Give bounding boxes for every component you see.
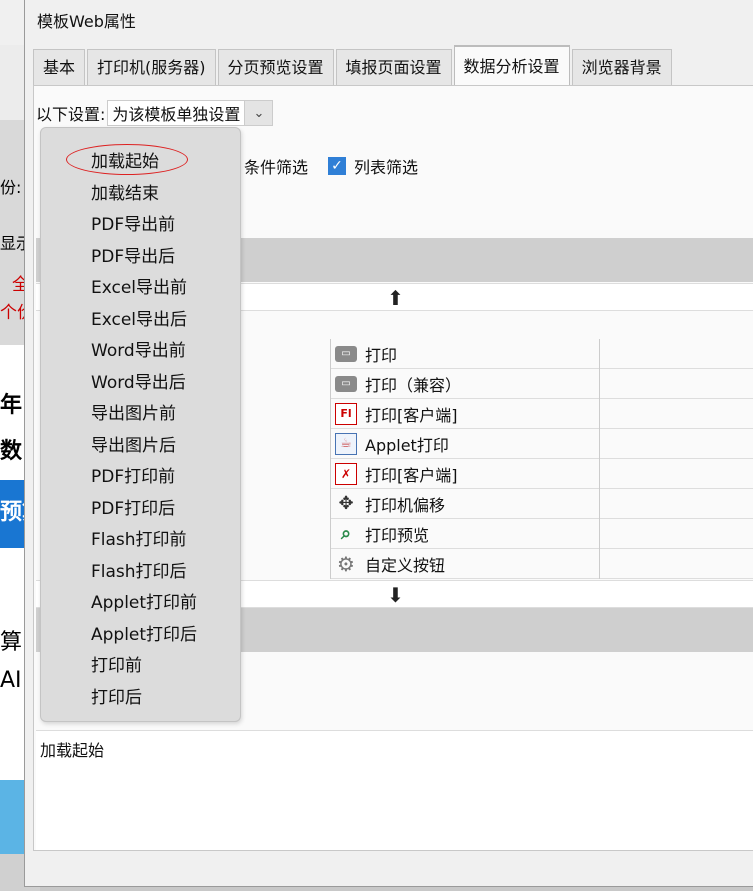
- list-item[interactable]: ☕ Applet打印: [330, 428, 753, 459]
- filter-options: 条件筛选 ✓ 列表筛选: [244, 154, 418, 178]
- tab-data-analysis[interactable]: 数据分析设置: [453, 45, 570, 85]
- button-label: 打印机偏移: [365, 495, 446, 515]
- menu-item-before-flash-print[interactable]: Flash打印前: [91, 525, 187, 550]
- tab-printer-server[interactable]: 打印机(服务器): [87, 49, 216, 85]
- list-item[interactable]: ⚙ 自定义按钮: [330, 548, 753, 579]
- applet-icon: ☕: [335, 432, 357, 455]
- move-icon: ✥: [338, 493, 354, 514]
- event-description-text: 加载起始: [40, 741, 105, 760]
- dialog-title: 模板Web属性: [37, 12, 136, 31]
- button-label: 打印[客户端]: [365, 405, 458, 425]
- button-label: 打印（兼容）: [365, 375, 462, 395]
- menu-item-after-pdf-export[interactable]: PDF导出后: [91, 242, 175, 267]
- tab-basic[interactable]: 基本: [33, 49, 86, 85]
- menu-item-after-applet-print[interactable]: Applet打印后: [91, 620, 197, 645]
- button-label: 打印[客户端]: [365, 465, 458, 485]
- event-dropdown-menu: 加载起始 加载结束 PDF导出前 PDF导出后 Excel导出前 Excel导出…: [40, 127, 241, 722]
- list-filter-checkbox[interactable]: ✓: [328, 157, 347, 175]
- print-preview-icon: ⌕: [340, 523, 352, 544]
- tab-fill-page[interactable]: 填报页面设置: [335, 49, 452, 85]
- tab-browser-background[interactable]: 浏览器背景: [571, 49, 672, 85]
- gear-icon: ⚙: [337, 551, 355, 576]
- chevron-down-icon[interactable]: ⌄: [244, 101, 273, 125]
- button-label: 自定义按钮: [365, 555, 446, 575]
- menu-item-before-excel-export[interactable]: Excel导出前: [91, 273, 187, 298]
- background-text: 年: [0, 393, 23, 418]
- settings-select-value: 为该模板单独设置: [112, 105, 241, 124]
- printer-icon: ▭: [335, 345, 357, 362]
- arrow-up-icon: ⬆: [387, 286, 404, 310]
- list-item[interactable]: ✗ 打印[客户端]: [330, 458, 753, 489]
- flash-print-icon: Fl: [335, 402, 357, 425]
- menu-item-after-print[interactable]: 打印后: [91, 683, 142, 708]
- button-label: 打印: [365, 345, 398, 365]
- menu-item-after-excel-export[interactable]: Excel导出后: [91, 305, 187, 330]
- menu-item-after-image-export[interactable]: 导出图片后: [91, 431, 176, 456]
- event-description-area[interactable]: 加载起始: [36, 730, 753, 850]
- list-item[interactable]: ✥ 打印机偏移: [330, 488, 753, 519]
- list-item[interactable]: ⌕ 打印预览: [330, 518, 753, 549]
- condition-filter-label[interactable]: 条件筛选: [244, 154, 308, 178]
- menu-item-load-end[interactable]: 加载结束: [91, 179, 159, 204]
- pdf-icon: ✗: [335, 462, 357, 485]
- printer-icon: ▭: [335, 375, 357, 392]
- settings-select[interactable]: 为该模板单独设置 ⌄: [107, 100, 274, 126]
- button-label: Applet打印: [365, 435, 449, 455]
- tab-page-preview[interactable]: 分页预览设置: [217, 49, 334, 85]
- menu-item-before-pdf-print[interactable]: PDF打印前: [91, 462, 175, 487]
- menu-item-before-word-export[interactable]: Word导出前: [91, 336, 186, 361]
- list-filter-label[interactable]: 列表筛选: [354, 154, 418, 178]
- tab-bar: 基本 打印机(服务器) 分页预览设置 填报页面设置 数据分析设置 浏览器背景: [33, 45, 753, 86]
- menu-item-before-pdf-export[interactable]: PDF导出前: [91, 210, 175, 235]
- settings-row: 以下设置: 为该模板单独设置 ⌄: [36, 100, 274, 126]
- background-text: 份:: [0, 178, 22, 197]
- menu-item-before-applet-print[interactable]: Applet打印前: [91, 588, 197, 613]
- arrow-down-icon: ⬇: [387, 583, 404, 607]
- background-text: 数: [0, 439, 23, 464]
- background-text: AI: [0, 668, 22, 693]
- menu-item-before-image-export[interactable]: 导出图片前: [91, 399, 176, 424]
- menu-item-before-print[interactable]: 打印前: [91, 651, 142, 676]
- menu-item-after-flash-print[interactable]: Flash打印后: [91, 557, 187, 582]
- background-text: 算: [0, 630, 23, 655]
- list-item[interactable]: ▭ 打印: [330, 338, 753, 369]
- menu-item-load-start[interactable]: 加载起始: [91, 147, 159, 172]
- menu-item-after-word-export[interactable]: Word导出后: [91, 368, 186, 393]
- list-item[interactable]: ▭ 打印（兼容）: [330, 368, 753, 399]
- settings-label: 以下设置:: [36, 105, 106, 124]
- list-item[interactable]: Fl 打印[客户端]: [330, 398, 753, 429]
- button-label: 打印预览: [365, 525, 430, 545]
- menu-item-after-pdf-print[interactable]: PDF打印后: [91, 494, 175, 519]
